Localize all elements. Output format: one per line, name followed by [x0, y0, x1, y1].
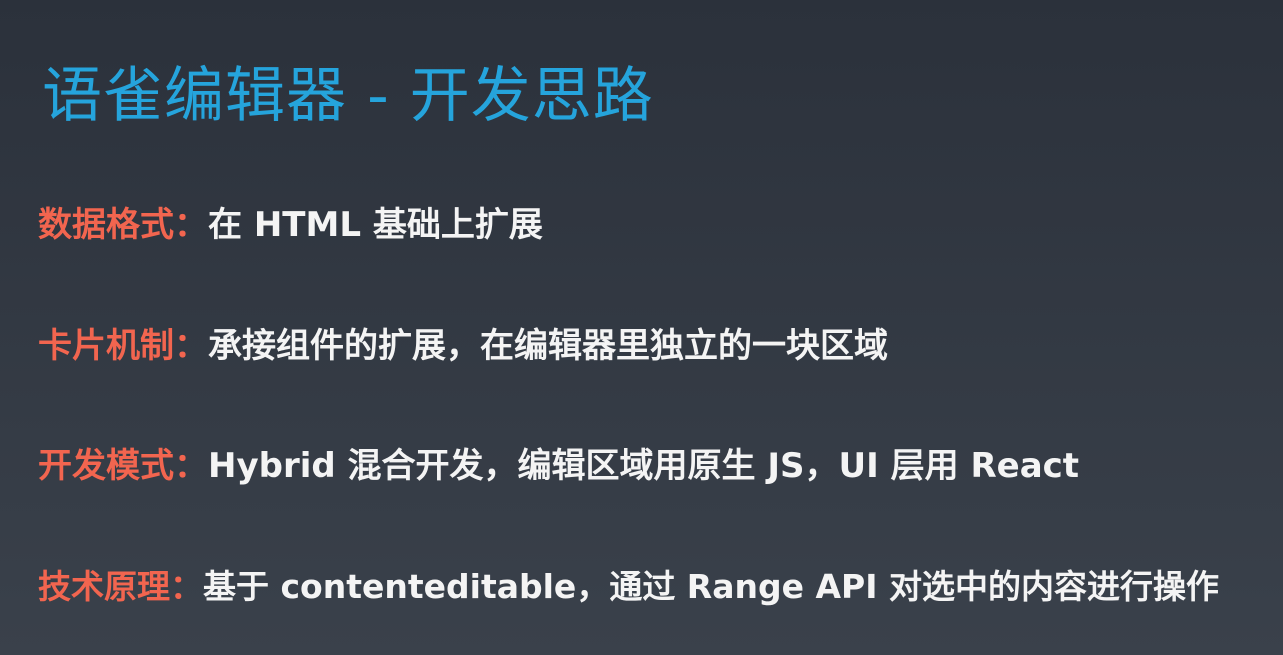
point-separator: ： [174, 205, 208, 245]
point-label: 技术原理 [38, 567, 170, 606]
point-dev-mode: 开发模式：Hybrid 混合开发，编辑区域用原生 JS，UI 层用 React [38, 444, 1079, 488]
point-text: Hybrid 混合开发，编辑区域用原生 JS，UI 层用 React [208, 446, 1080, 486]
point-separator: ： [170, 567, 203, 606]
point-data-format: 数据格式：在 HTML 基础上扩展 [38, 203, 543, 247]
slide: 语雀编辑器 - 开发思路 数据格式：在 HTML 基础上扩展 卡片机制：承接组件… [0, 0, 1283, 655]
point-label: 卡片机制 [38, 326, 174, 366]
point-text: 在 HTML 基础上扩展 [208, 205, 543, 245]
point-tech-principle: 技术原理：基于 contenteditable，通过 Range API 对选中… [38, 565, 1219, 609]
point-card-mechanism: 卡片机制：承接组件的扩展，在编辑器里独立的一块区域 [38, 324, 888, 368]
point-separator: ： [174, 446, 208, 486]
point-text: 承接组件的扩展，在编辑器里独立的一块区域 [208, 326, 888, 366]
point-label: 数据格式 [38, 205, 174, 245]
point-separator: ： [174, 326, 208, 366]
point-text: 基于 contenteditable，通过 Range API 对选中的内容进行… [203, 567, 1219, 606]
point-label: 开发模式 [38, 446, 174, 486]
slide-title: 语雀编辑器 - 开发思路 [42, 61, 654, 132]
